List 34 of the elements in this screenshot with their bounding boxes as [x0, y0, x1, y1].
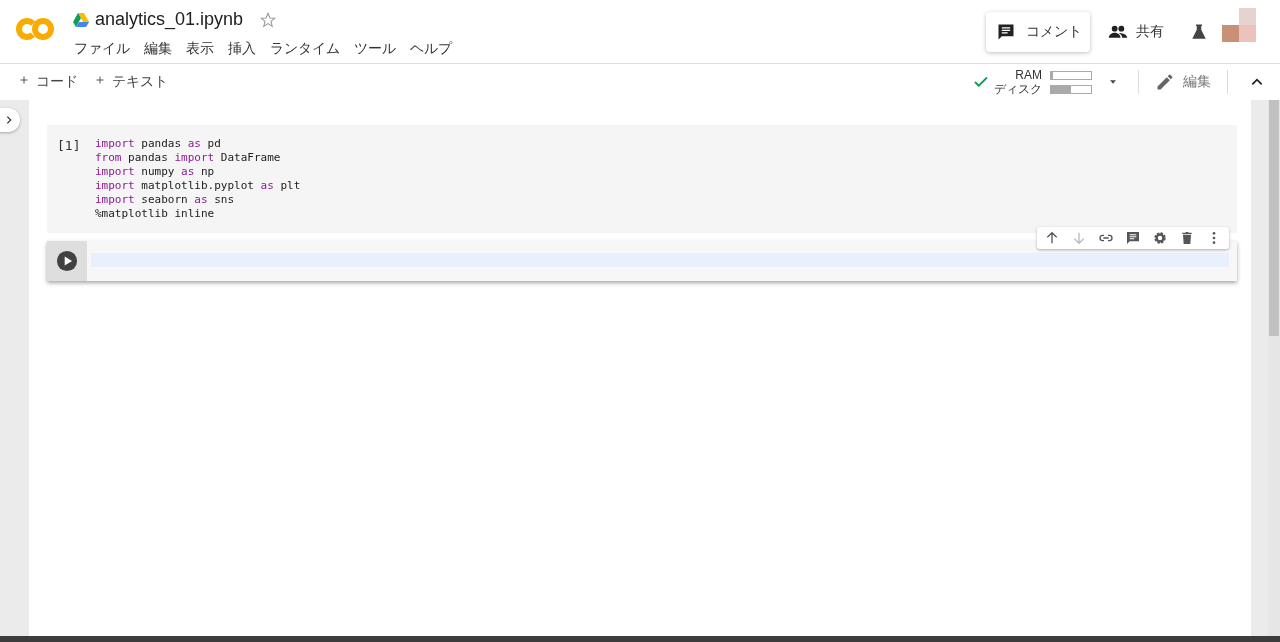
- code-cell[interactable]: [1] import pandas as pd from pandas import DataFrame import numpy as np import matplotlib.pyplot as plt import seaborn as sns %matplotlib inline: [47, 125, 1237, 233]
- plus-icon: [94, 74, 106, 86]
- menu-item[interactable]: ファイル: [67, 38, 137, 60]
- comment-button[interactable]: コメント: [986, 11, 1090, 52]
- menu-item[interactable]: 挿入: [221, 38, 263, 60]
- meter-label: RAM: [1014, 68, 1042, 82]
- chevron-right-icon: [4, 114, 14, 126]
- run-button[interactable]: [56, 250, 78, 272]
- code-cell[interactable]: [47, 241, 1237, 281]
- scrollbar-thumb[interactable]: [1269, 100, 1279, 336]
- edit-button[interactable]: 編集: [1147, 72, 1219, 92]
- menu-item[interactable]: 編集: [137, 38, 179, 60]
- menu-item[interactable]: ヘルプ: [403, 38, 459, 60]
- avatar-icon[interactable]: [1222, 8, 1256, 42]
- code-text: import pandas as pd from pandas import DataFrame import numpy as np import matplotlib.pyplot as plt import seaborn as sns %matplotlib inline: [95, 136, 302, 222]
- menu-item[interactable]: 表示: [179, 38, 221, 60]
- pencil-icon: [1155, 72, 1175, 92]
- notebook-title[interactable]: analytics_01.ipynb: [95, 9, 244, 30]
- share-button[interactable]: 共有: [1102, 21, 1170, 43]
- arrow-up-icon[interactable]: [1044, 230, 1060, 246]
- settings-icon[interactable]: [1152, 230, 1168, 246]
- plus-icon: [18, 74, 30, 86]
- comment-icon[interactable]: [1125, 230, 1141, 246]
- scrollbar[interactable]: [1268, 100, 1280, 636]
- trash-icon[interactable]: [1179, 230, 1195, 246]
- flask-icon[interactable]: [1190, 23, 1208, 41]
- add-button[interactable]: テキスト: [86, 69, 176, 95]
- drive-icon: [73, 12, 89, 27]
- meter-label: ディスク: [994, 82, 1042, 96]
- star-icon[interactable]: [259, 10, 278, 29]
- add-button[interactable]: コード: [10, 69, 86, 95]
- menu-item[interactable]: ランタイム: [263, 38, 347, 60]
- execution-count: [1]: [56, 137, 82, 155]
- menu-item[interactable]: ツール: [347, 38, 403, 60]
